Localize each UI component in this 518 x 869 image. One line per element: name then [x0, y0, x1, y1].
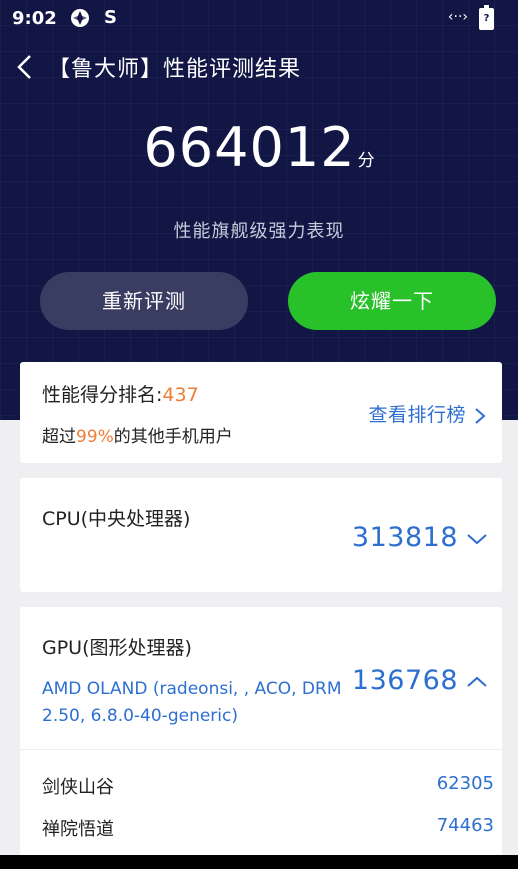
gpu-score[interactable]: 136768 — [352, 665, 488, 696]
bottom-strip — [0, 855, 518, 869]
gpu-card: GPU(图形处理器) AMD OLAND (radeonsi, , ACO, D… — [20, 607, 502, 869]
rank-value: 437 — [162, 384, 199, 406]
sim-icon: S — [104, 7, 117, 28]
back-arrow-icon[interactable] — [14, 54, 36, 80]
test-score: 74463 — [436, 815, 494, 836]
cpu-label: CPU(中央处理器) — [42, 508, 191, 530]
test-name: 剑侠山谷 — [42, 777, 114, 798]
gpu-label: GPU(图形处理器) — [42, 637, 192, 659]
network-icon: ‹··› — [447, 9, 468, 25]
sync-icon — [71, 9, 89, 27]
leaderboard-link-label: 查看排行榜 — [368, 404, 466, 426]
rank-line: 性能得分排名:437 — [42, 380, 199, 407]
chevron-up-icon[interactable] — [466, 675, 488, 689]
total-score: 664012 分 — [0, 116, 518, 179]
divider — [20, 749, 502, 750]
list-item: 禅院悟道 74463 — [42, 815, 494, 845]
status-time: 9:02 — [12, 8, 57, 29]
cpu-card[interactable]: CPU(中央处理器) 313818 — [20, 478, 502, 592]
page-title: 【鲁大师】性能评测结果 — [48, 57, 302, 82]
list-item: 剑侠山谷 62305 — [42, 773, 494, 803]
score-value: 664012 — [143, 116, 356, 179]
rank-card: 性能得分排名:437 超过99%的其他手机用户 查看排行榜 — [20, 362, 502, 463]
percentile-value: 99% — [76, 427, 114, 447]
percentile-suffix: 的其他手机用户 — [113, 427, 233, 447]
share-button[interactable]: 炫耀一下 — [288, 272, 496, 330]
title-bar: 【鲁大师】性能评测结果 — [0, 42, 518, 90]
test-score: 62305 — [436, 773, 494, 794]
score-unit: 分 — [357, 151, 375, 171]
cpu-score: 313818 — [352, 522, 488, 553]
rank-label: 性能得分排名: — [42, 384, 163, 406]
score-subtitle: 性能旗舰级强力表现 — [173, 221, 345, 242]
cpu-score-value: 313818 — [351, 522, 458, 553]
leaderboard-link[interactable]: 查看排行榜 — [368, 400, 486, 427]
gpu-score-value: 136768 — [351, 665, 458, 696]
chevron-right-icon — [475, 407, 486, 424]
chevron-down-icon[interactable] — [466, 532, 488, 546]
battery-icon: ? — [479, 5, 494, 30]
status-bar: 9:02 S ‹··› ? — [0, 0, 518, 38]
gpu-name: AMD OLAND (radeonsi, , ACO, DRM 2.50, 6.… — [42, 679, 342, 726]
retest-button[interactable]: 重新评测 — [40, 272, 248, 330]
percentile-line: 超过99%的其他手机用户 — [42, 422, 233, 447]
test-name: 禅院悟道 — [42, 819, 114, 840]
percentile-prefix: 超过 — [42, 427, 76, 447]
